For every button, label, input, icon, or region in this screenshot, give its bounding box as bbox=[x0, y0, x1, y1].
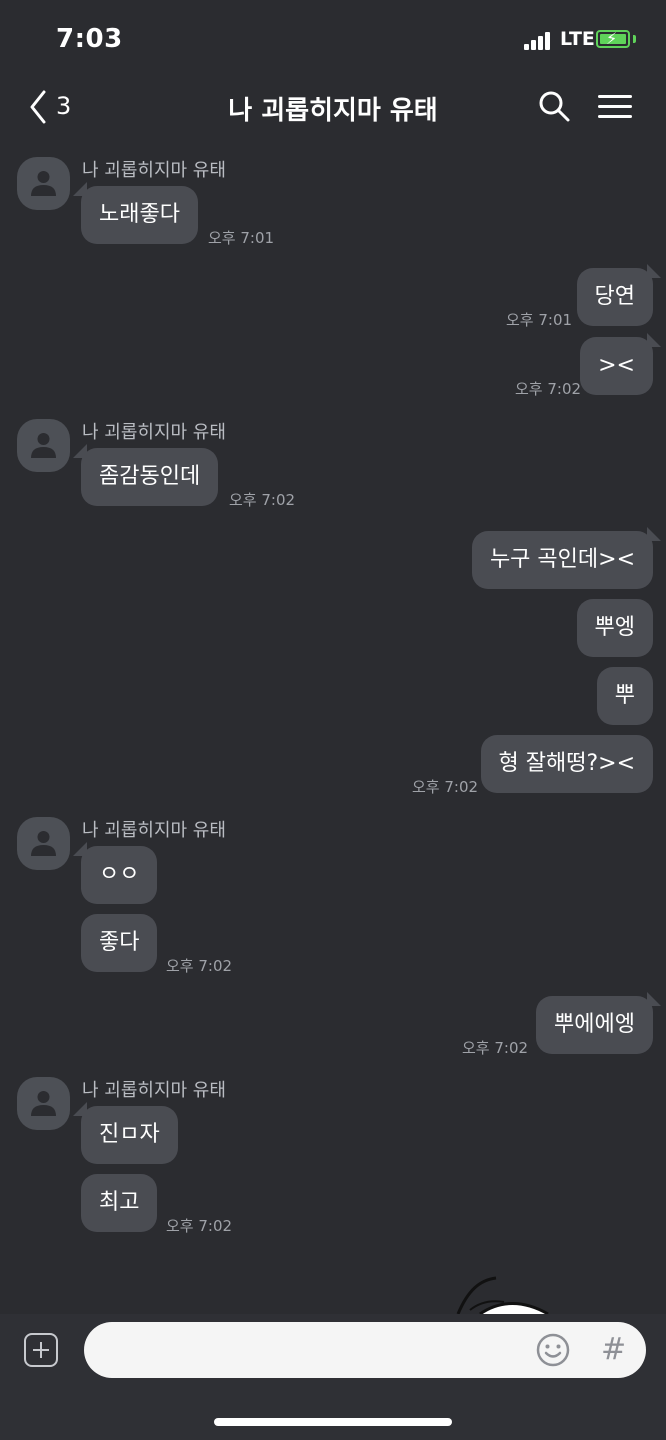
message-bubble[interactable]: 형 잘해떵?>< bbox=[480, 735, 653, 793]
profile-icon bbox=[31, 831, 56, 856]
home-indicator bbox=[214, 1418, 452, 1426]
message-bubble[interactable]: 노래좋다 bbox=[73, 182, 198, 244]
profile-icon bbox=[31, 171, 56, 196]
message-time: 오후 7:01 bbox=[208, 229, 275, 247]
avatar[interactable] bbox=[17, 157, 70, 210]
message-time: 오후 7:02 bbox=[462, 1039, 529, 1057]
sender-name: 나 괴롭히지마 유태 bbox=[82, 820, 226, 841]
sender-name: 나 괴롭히지마 유태 bbox=[82, 1080, 226, 1101]
avatar[interactable] bbox=[17, 419, 70, 472]
message-bubble[interactable]: 뿌 bbox=[596, 667, 653, 725]
message-time: 오후 7:01 bbox=[506, 311, 573, 329]
avatar[interactable] bbox=[17, 817, 70, 870]
search-icon[interactable] bbox=[536, 88, 572, 124]
message-time: 오후 7:02 bbox=[515, 380, 582, 398]
charging-icon: ⚡ bbox=[606, 29, 618, 48]
sender-name: 나 괴롭히지마 유태 bbox=[82, 160, 226, 181]
message-bubble[interactable]: ㅇㅇ bbox=[72, 842, 158, 904]
network-label: LTE bbox=[560, 28, 595, 50]
doodle-sticker bbox=[456, 1276, 549, 1316]
signal-icon bbox=[524, 32, 556, 50]
message-time: 오후 7:02 bbox=[166, 957, 233, 975]
plus-icon[interactable] bbox=[24, 1333, 58, 1367]
message-bubble[interactable]: >< bbox=[580, 333, 661, 395]
message-bubble[interactable]: 진ㅁ자 bbox=[73, 1102, 178, 1164]
message-bubble[interactable]: 뿌에에엥 bbox=[536, 992, 661, 1054]
message-time: 오후 7:02 bbox=[166, 1217, 233, 1235]
message-bubble[interactable]: 좋다 bbox=[81, 914, 158, 972]
profile-icon bbox=[31, 433, 56, 458]
battery-tip bbox=[633, 35, 636, 43]
emoji-icon[interactable] bbox=[536, 1333, 570, 1367]
message-bubble[interactable]: 당연 bbox=[576, 264, 662, 326]
message-bubble[interactable]: 좀감동인데 bbox=[72, 444, 219, 506]
message-bubble[interactable]: 최고 bbox=[81, 1174, 158, 1232]
avatar[interactable] bbox=[17, 1077, 70, 1130]
profile-icon bbox=[31, 1091, 56, 1116]
sender-name: 나 괴롭히지마 유태 bbox=[82, 422, 226, 443]
menu-icon[interactable] bbox=[598, 92, 636, 122]
status-time: 7:03 bbox=[56, 24, 123, 54]
message-time: 오후 7:02 bbox=[412, 778, 479, 796]
message-bubble[interactable]: 뿌엥 bbox=[576, 599, 653, 657]
hash-icon[interactable]: # bbox=[601, 1332, 626, 1367]
message-bubble[interactable]: 누구 곡인데>< bbox=[471, 527, 662, 589]
message-time: 오후 7:02 bbox=[229, 491, 296, 509]
